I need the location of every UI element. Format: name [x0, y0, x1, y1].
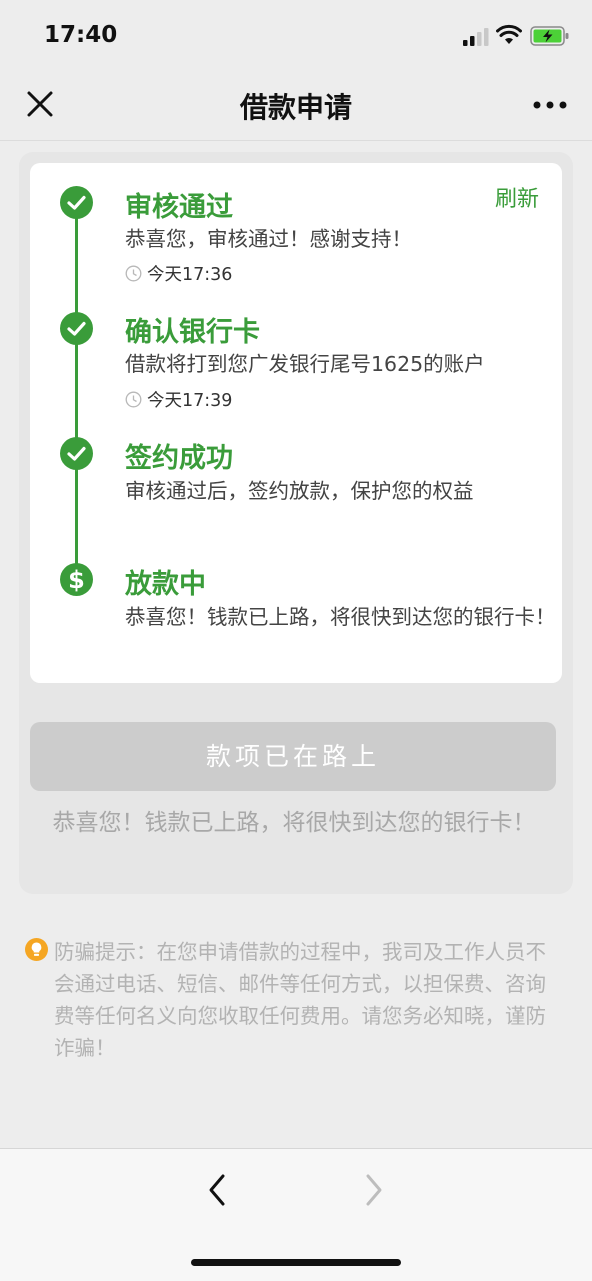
status-time: 17:40	[44, 22, 118, 48]
timeline-card: 刷新 审核通过 恭喜您，审核通过！感谢支持！ 今天17:36 确认银行卡 借款将…	[30, 163, 562, 683]
bulb-icon	[25, 938, 48, 961]
check-icon	[60, 312, 93, 345]
bottom-toolbar	[0, 1148, 592, 1281]
check-icon	[60, 186, 93, 219]
step-title: 确认银行卡	[125, 317, 260, 348]
timeline-line	[75, 193, 78, 569]
nav-bar: 借款申请	[0, 70, 592, 141]
battery-icon	[530, 26, 569, 46]
application-card: 刷新 审核通过 恭喜您，审核通过！感谢支持！ 今天17:36 确认银行卡 借款将…	[19, 152, 573, 894]
check-icon	[60, 437, 93, 470]
back-arrow-icon[interactable]	[205, 1173, 229, 1207]
step-description: 恭喜您，审核通过！感谢支持！	[125, 227, 412, 251]
refresh-button[interactable]: 刷新	[495, 181, 539, 213]
svg-text:$: $	[68, 566, 85, 594]
step-title: 放款中	[125, 569, 206, 600]
forward-arrow-icon[interactable]	[362, 1173, 386, 1207]
wifi-icon	[496, 24, 522, 44]
dollar-icon: $	[60, 563, 93, 596]
clock-icon	[125, 391, 142, 408]
step-time: 今天17:39	[125, 387, 232, 412]
status-bar: 17:40	[0, 0, 592, 70]
step-title: 签约成功	[125, 443, 233, 474]
step-description: 审核通过后，签约放款，保护您的权益	[125, 479, 474, 503]
status-button[interactable]: 款项已在路上	[30, 722, 556, 791]
step-time-label: 今天17:36	[147, 265, 233, 285]
fraud-warning-text: 防骗提示：在您申请借款的过程中，我司及工作人员不会通过电话、短信、邮件等任何方式…	[54, 940, 546, 1060]
page-title: 借款申请	[239, 91, 352, 124]
home-indicator	[191, 1259, 401, 1266]
signal-icon	[463, 28, 489, 46]
step-time: 今天17:36	[125, 261, 232, 286]
step-description: 借款将打到您广发银行尾号1625的账户	[125, 352, 485, 376]
step-time-label: 今天17:39	[147, 391, 233, 411]
step-description: 恭喜您！钱款已上路，将很快到达您的银行卡！	[125, 605, 556, 629]
more-icon[interactable]	[532, 100, 568, 110]
status-note: 恭喜您！钱款已上路，将很快到达您的银行卡！	[52, 810, 536, 836]
step-title: 审核通过	[125, 192, 233, 223]
clock-icon	[125, 265, 142, 282]
